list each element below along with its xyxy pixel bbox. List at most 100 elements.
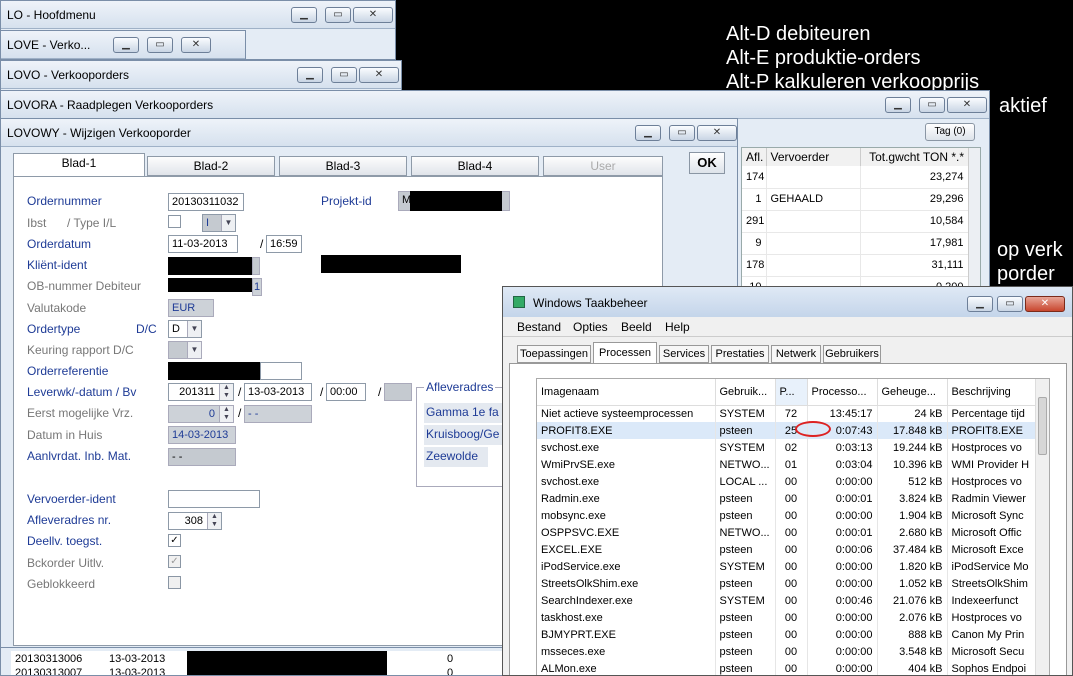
minimize-button[interactable]: ▁ xyxy=(635,125,661,141)
process-row[interactable]: PROFIT8.EXE psteen 25 0:07:43 17.848 kB PROFI… xyxy=(537,422,1038,439)
grid-row[interactable]: 1 GEHAALD 29,296 xyxy=(742,188,969,211)
column-header-gebruiker[interactable]: Gebruik... xyxy=(715,379,776,406)
process-row[interactable]: svchost.exe LOCAL ... 00 0:00:00 512 kB Hostp… xyxy=(537,473,1038,490)
minimize-button[interactable]: ▁ xyxy=(113,37,139,53)
close-button[interactable]: ✕ xyxy=(359,67,399,83)
maximize-button[interactable]: ▭ xyxy=(147,37,173,53)
process-row[interactable]: svchost.exe SYSTEM 02 0:03:13 19.244 kB Hostp… xyxy=(537,439,1038,456)
tag-button[interactable]: Tag (0) xyxy=(925,123,975,141)
spinner-icon[interactable]: ▲ ▼ xyxy=(219,384,233,400)
column-header-imagenaam[interactable]: Imagenaam xyxy=(537,379,716,406)
grid-row[interactable]: 9 17,981 xyxy=(742,232,969,255)
scrollbar[interactable] xyxy=(968,148,980,286)
geblokkeerd-checkbox[interactable] xyxy=(168,576,181,589)
maximize-button[interactable]: ▭ xyxy=(919,97,945,113)
tab-processen[interactable]: Processen xyxy=(593,342,657,364)
tab-blad-1[interactable]: Blad-1 xyxy=(13,153,145,177)
close-button[interactable]: ✕ xyxy=(181,37,211,53)
close-button[interactable]: ✕ xyxy=(353,7,393,23)
valutakode-field[interactable]: EUR xyxy=(168,299,214,317)
minimize-button[interactable]: ▁ xyxy=(885,97,911,113)
order-number[interactable]: 20130313006 xyxy=(15,653,82,665)
process-row[interactable]: mobsync.exe psteen 00 0:00:00 1.904 kB Micros… xyxy=(537,507,1038,524)
maximize-button[interactable]: ▭ xyxy=(997,296,1023,312)
scrollbar-thumb[interactable] xyxy=(1038,397,1047,455)
maximize-button[interactable]: ▭ xyxy=(669,125,695,141)
scrollbar[interactable] xyxy=(1035,379,1049,675)
menu-beeld[interactable]: Beeld xyxy=(621,320,652,334)
process-row[interactable]: Radmin.exe psteen 00 0:00:01 3.824 kB Radmin … xyxy=(537,490,1038,507)
titlebar[interactable]: Windows Taakbeheer ▁ ▭ ✕ xyxy=(503,287,1072,317)
process-row[interactable]: msseces.exe psteen 00 0:00:00 3.548 kB Micros… xyxy=(537,643,1038,660)
titlebar[interactable]: LOVOWY - Wijzigen Verkooporder ▁ ▭ ✕ xyxy=(1,119,737,147)
eerst-field[interactable]: 0 ▲ ▼ xyxy=(168,405,234,423)
titlebar[interactable]: LOVO - Verkooporders ▁ ▭ ✕ xyxy=(1,61,401,89)
afleveradres-nr-field[interactable]: 308 ▲ ▼ xyxy=(168,512,222,530)
minimize-button[interactable]: ▁ xyxy=(297,67,323,83)
levertijd-field[interactable]: 00:00 xyxy=(326,383,366,401)
menu-bestand[interactable]: Bestand xyxy=(517,320,561,334)
orderreferentie-field[interactable] xyxy=(260,362,302,380)
tab-toepassingen[interactable]: Toepassingen xyxy=(517,345,591,363)
tab-netwerk[interactable]: Netwerk xyxy=(771,345,821,363)
minimize-button[interactable]: ▁ xyxy=(967,296,993,312)
tab-blad-4[interactable]: Blad-4 xyxy=(411,156,539,176)
column-header-cpu[interactable]: P... xyxy=(775,379,808,406)
tab-blad-2[interactable]: Blad-2 xyxy=(147,156,275,176)
order-number[interactable]: 20130313007 xyxy=(15,667,82,675)
menu-help[interactable]: Help xyxy=(665,320,690,334)
type-select[interactable]: I ▼ xyxy=(202,214,236,232)
deellv-checkbox[interactable]: ✓ xyxy=(168,534,181,547)
close-button[interactable]: ✕ xyxy=(1025,296,1065,312)
aanlvrdat-field[interactable]: - - xyxy=(168,448,236,466)
process-row[interactable]: SearchIndexer.exe SYSTEM 00 0:00:46 21.076 k… xyxy=(537,592,1038,609)
leverwk-field[interactable]: 201311 ▲ ▼ xyxy=(168,383,234,401)
column-header-afl[interactable]: Afl. xyxy=(742,148,767,166)
process-row[interactable]: iPodService.exe SYSTEM 00 0:00:00 1.820 kB iP… xyxy=(537,558,1038,575)
process-row[interactable]: BJMYPRT.EXE psteen 00 0:00:00 888 kB Canon My… xyxy=(537,626,1038,643)
ordernummer-field[interactable]: 20130311032 xyxy=(168,193,244,211)
column-header-geheugen[interactable]: Geheuge... xyxy=(877,379,948,406)
tab-prestaties[interactable]: Prestaties xyxy=(711,345,769,363)
eerst-datum-field[interactable]: - - xyxy=(244,405,312,423)
datum-in-huis-field[interactable]: 14-03-2013 xyxy=(168,426,236,444)
process-row[interactable]: ALMon.exe psteen 00 0:00:00 404 kB Sophos End… xyxy=(537,660,1038,675)
maximize-button[interactable]: ▭ xyxy=(325,7,351,23)
column-header-gewicht[interactable]: Tot.gwcht TON *.* xyxy=(860,148,968,166)
tab-gebruikers[interactable]: Gebruikers xyxy=(823,345,881,363)
tab-services[interactable]: Services xyxy=(659,345,709,363)
process-row[interactable]: StreetsOlkShim.exe psteen 00 0:00:00 1.052 k… xyxy=(537,575,1038,592)
ordertype-select[interactable]: D ▼ xyxy=(168,320,202,338)
grid-row[interactable]: 178 31,111 xyxy=(742,254,969,277)
process-row[interactable]: EXCEL.EXE psteen 00 0:00:06 37.484 kB Microso… xyxy=(537,541,1038,558)
keuring-select[interactable]: ▼ xyxy=(168,341,202,359)
bckorder-checkbox[interactable]: ✓ xyxy=(168,555,181,568)
spinner-icon[interactable]: ▲ ▼ xyxy=(207,513,221,529)
process-row[interactable]: taskhost.exe psteen 00 0:00:00 2.076 kB Hostp… xyxy=(537,609,1038,626)
titlebar[interactable]: LOVORA - Raadplegen Verkooporders ▁ ▭ ✕ xyxy=(1,91,989,119)
vervoerder-field[interactable] xyxy=(168,490,260,508)
ordertijd-field[interactable]: 16:59 xyxy=(266,235,302,253)
process-row[interactable]: WmiPrvSE.exe NETWO... 01 0:03:04 10.396 kB WM… xyxy=(537,456,1038,473)
close-button[interactable]: ✕ xyxy=(697,125,737,141)
column-header-beschrijving[interactable]: Beschrijving xyxy=(947,379,1037,406)
maximize-button[interactable]: ▭ xyxy=(331,67,357,83)
process-row[interactable]: OSPPSVC.EXE NETWO... 00 0:00:01 2.680 kB Micr… xyxy=(537,524,1038,541)
minimize-button[interactable]: ▁ xyxy=(291,7,317,23)
process-row[interactable]: Niet actieve systeemprocessen SYSTEM 72 13:… xyxy=(537,405,1038,422)
bv-field[interactable] xyxy=(384,383,412,401)
grid-row[interactable]: 174 23,274 xyxy=(742,166,969,189)
leverdatum-field[interactable]: 13-03-2013 xyxy=(244,383,312,401)
tab-user[interactable]: User xyxy=(543,156,663,176)
titlebar[interactable]: LO - Hoofdmenu ▁ ▭ ✕ xyxy=(1,1,395,29)
close-button[interactable]: ✕ xyxy=(947,97,987,113)
column-header-processortijd[interactable]: Processo... xyxy=(807,379,878,406)
spinner-icon[interactable]: ▲ ▼ xyxy=(219,406,233,422)
menu-opties[interactable]: Opties xyxy=(573,320,608,334)
column-header-vervoerder[interactable]: Vervoerder xyxy=(766,148,861,166)
grid-row[interactable]: 291 10,584 xyxy=(742,210,969,233)
orderdatum-field[interactable]: 11-03-2013 xyxy=(168,235,238,253)
ok-button[interactable]: OK xyxy=(689,152,725,174)
tab-blad-3[interactable]: Blad-3 xyxy=(279,156,407,176)
titlebar[interactable]: LOVE - Verko... ▁ ▭ ✕ xyxy=(1,31,245,59)
